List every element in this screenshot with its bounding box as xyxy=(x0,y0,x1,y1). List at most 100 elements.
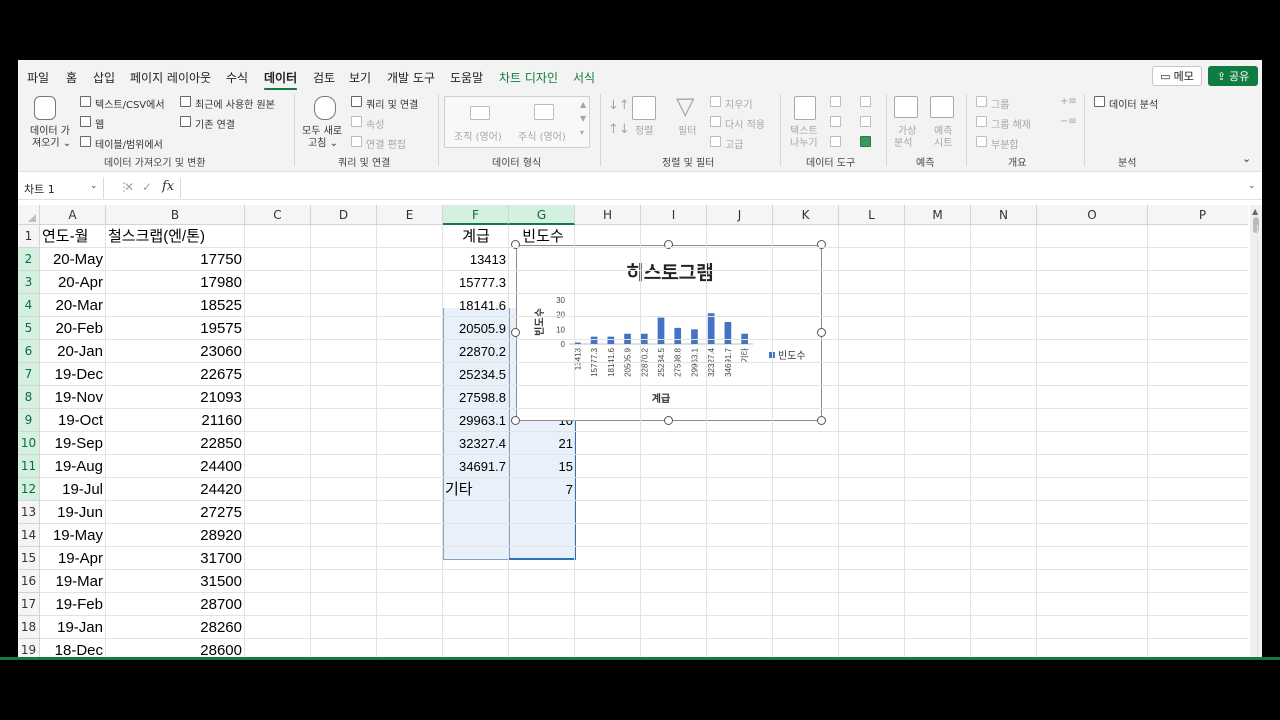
gallery-down-icon[interactable]: ▼ xyxy=(580,114,586,123)
properties-button[interactable]: 속성 xyxy=(366,116,384,131)
row-header-14[interactable]: 14 xyxy=(18,524,40,547)
group-button[interactable]: 그룹 xyxy=(991,96,1009,111)
column-header-k[interactable]: K xyxy=(773,205,839,225)
filter-button[interactable]: 필터 xyxy=(678,122,696,137)
row-header-4[interactable]: 4 xyxy=(18,294,40,317)
memo-button[interactable]: ▭ 메모 xyxy=(1152,66,1202,86)
text-csv-button[interactable]: 텍스트/CSV에서 xyxy=(95,96,165,111)
cell-b2[interactable]: 17750 xyxy=(108,248,242,271)
column-header-a[interactable]: A xyxy=(40,205,106,225)
advanced-button[interactable]: 고급 xyxy=(725,136,743,151)
cell-f7[interactable]: 25234.5 xyxy=(443,363,506,386)
row-header-6[interactable]: 6 xyxy=(18,340,40,363)
insert-function-icon[interactable]: fx xyxy=(162,179,174,194)
column-header-g[interactable]: G xyxy=(509,205,575,225)
show-detail-icon[interactable]: +≡ xyxy=(1060,96,1077,107)
name-box-dropdown-icon[interactable]: ⌄ xyxy=(90,181,98,191)
row-header-11[interactable]: 11 xyxy=(18,455,40,478)
column-header-f[interactable]: F xyxy=(443,205,509,225)
cell-b12[interactable]: 24420 xyxy=(108,478,242,501)
row-header-3[interactable]: 3 xyxy=(18,271,40,294)
scroll-thumb[interactable] xyxy=(1253,217,1259,233)
row-header-5[interactable]: 5 xyxy=(18,317,40,340)
cell-a14[interactable]: 19-May xyxy=(42,524,103,547)
cell-f6[interactable]: 22870.2 xyxy=(443,340,506,363)
column-header-m[interactable]: M xyxy=(905,205,971,225)
sort-asc-icon[interactable]: ↓↑ xyxy=(608,98,630,113)
cell-b11[interactable]: 24400 xyxy=(108,455,242,478)
row-header-8[interactable]: 8 xyxy=(18,386,40,409)
forecast-sheet-line2[interactable]: 시트 xyxy=(934,134,952,149)
column-header-j[interactable]: J xyxy=(707,205,773,225)
tab-12[interactable]: 서식 xyxy=(573,69,595,86)
row-header-12[interactable]: 12 xyxy=(18,478,40,501)
tab-5[interactable]: 수식 xyxy=(226,69,248,86)
data-validation-icon[interactable] xyxy=(830,136,841,147)
resize-handle[interactable] xyxy=(511,416,520,425)
cell-a9[interactable]: 19-Oct xyxy=(42,409,103,432)
cell-g12[interactable]: 7 xyxy=(509,478,573,501)
flash-fill-icon[interactable] xyxy=(830,96,841,107)
resize-handle[interactable] xyxy=(817,328,826,337)
cell-b4[interactable]: 18525 xyxy=(108,294,242,317)
column-header-e[interactable]: E xyxy=(377,205,443,225)
consolidate-icon[interactable] xyxy=(860,96,871,107)
tab-6[interactable]: 데이터 xyxy=(264,69,298,91)
cell-a17[interactable]: 19-Feb xyxy=(42,593,103,616)
cell-b13[interactable]: 27275 xyxy=(108,501,242,524)
cell-b9[interactable]: 21160 xyxy=(108,409,242,432)
tab-7[interactable]: 검토 xyxy=(313,69,335,86)
cell-a18[interactable]: 19-Jan xyxy=(42,616,103,639)
cell-b10[interactable]: 22850 xyxy=(108,432,242,455)
cell-f3[interactable]: 15777.3 xyxy=(443,271,506,294)
cell-a3[interactable]: 20-Apr xyxy=(42,271,103,294)
cell-b5[interactable]: 19575 xyxy=(108,317,242,340)
cell-a12[interactable]: 19-Jul xyxy=(42,478,103,501)
ungroup-button[interactable]: 그룹 해제 xyxy=(991,116,1031,131)
row-header-1[interactable]: 1 xyxy=(18,225,40,248)
cell-f2[interactable]: 13413 xyxy=(443,248,506,271)
resize-handle[interactable] xyxy=(511,328,520,337)
cell-a11[interactable]: 19-Aug xyxy=(42,455,103,478)
tab-8[interactable]: 보기 xyxy=(349,69,371,86)
cell-a15[interactable]: 19-Apr xyxy=(42,547,103,570)
web-button[interactable]: 웹 xyxy=(95,116,104,131)
cell-a5[interactable]: 20-Feb xyxy=(42,317,103,340)
share-button[interactable]: ⇪ 공유 xyxy=(1208,66,1258,86)
table-range-button[interactable]: 테이블/범위에서 xyxy=(95,136,163,151)
cell-a7[interactable]: 19-Dec xyxy=(42,363,103,386)
scroll-up-icon[interactable]: ▲ xyxy=(1252,207,1258,216)
cell-g11[interactable]: 15 xyxy=(509,455,573,478)
hide-detail-icon[interactable]: −≡ xyxy=(1060,116,1077,127)
cell-f10[interactable]: 32327.4 xyxy=(443,432,506,455)
what-if-line2[interactable]: 분석 xyxy=(894,134,912,149)
cell-b1[interactable]: 철스크랩(엔/톤) xyxy=(108,225,244,248)
cancel-icon[interactable]: ✕ xyxy=(124,180,134,194)
relationships-icon[interactable] xyxy=(860,116,871,127)
row-header-16[interactable]: 16 xyxy=(18,570,40,593)
cell-b17[interactable]: 28700 xyxy=(108,593,242,616)
cell-a4[interactable]: 20-Mar xyxy=(42,294,103,317)
clear-button[interactable]: 지우기 xyxy=(725,96,753,111)
subtotal-button[interactable]: 부분합 xyxy=(991,136,1019,151)
stocks-type-button[interactable]: 조직 (영어) xyxy=(454,128,502,143)
cell-f8[interactable]: 27598.8 xyxy=(443,386,506,409)
column-header-h[interactable]: H xyxy=(575,205,641,225)
cell-b16[interactable]: 31500 xyxy=(108,570,242,593)
edit-links-button[interactable]: 연결 편집 xyxy=(366,136,406,151)
tab-4[interactable]: 페이지 레이아웃 xyxy=(130,69,211,86)
cell-f5[interactable]: 20505.9 xyxy=(443,317,506,340)
ribbon-collapse-icon[interactable]: ⌄ xyxy=(1242,152,1251,165)
queries-connections-button[interactable]: 쿼리 및 연결 xyxy=(366,96,418,111)
column-header-l[interactable]: L xyxy=(839,205,905,225)
row-header-10[interactable]: 10 xyxy=(18,432,40,455)
row-header-9[interactable]: 9 xyxy=(18,409,40,432)
cell-a8[interactable]: 19-Nov xyxy=(42,386,103,409)
existing-connection-button[interactable]: 기존 연결 xyxy=(195,116,235,131)
column-header-p[interactable]: P xyxy=(1148,205,1258,225)
cell-b7[interactable]: 22675 xyxy=(108,363,242,386)
sort-desc-icon[interactable]: ↑↓ xyxy=(608,122,630,137)
histogram-chart[interactable]: 히스토그램 01020301341315777.318141.620505.92… xyxy=(516,245,822,421)
text-to-columns-line2[interactable]: 나누기 xyxy=(790,134,818,149)
cell-b18[interactable]: 28260 xyxy=(108,616,242,639)
